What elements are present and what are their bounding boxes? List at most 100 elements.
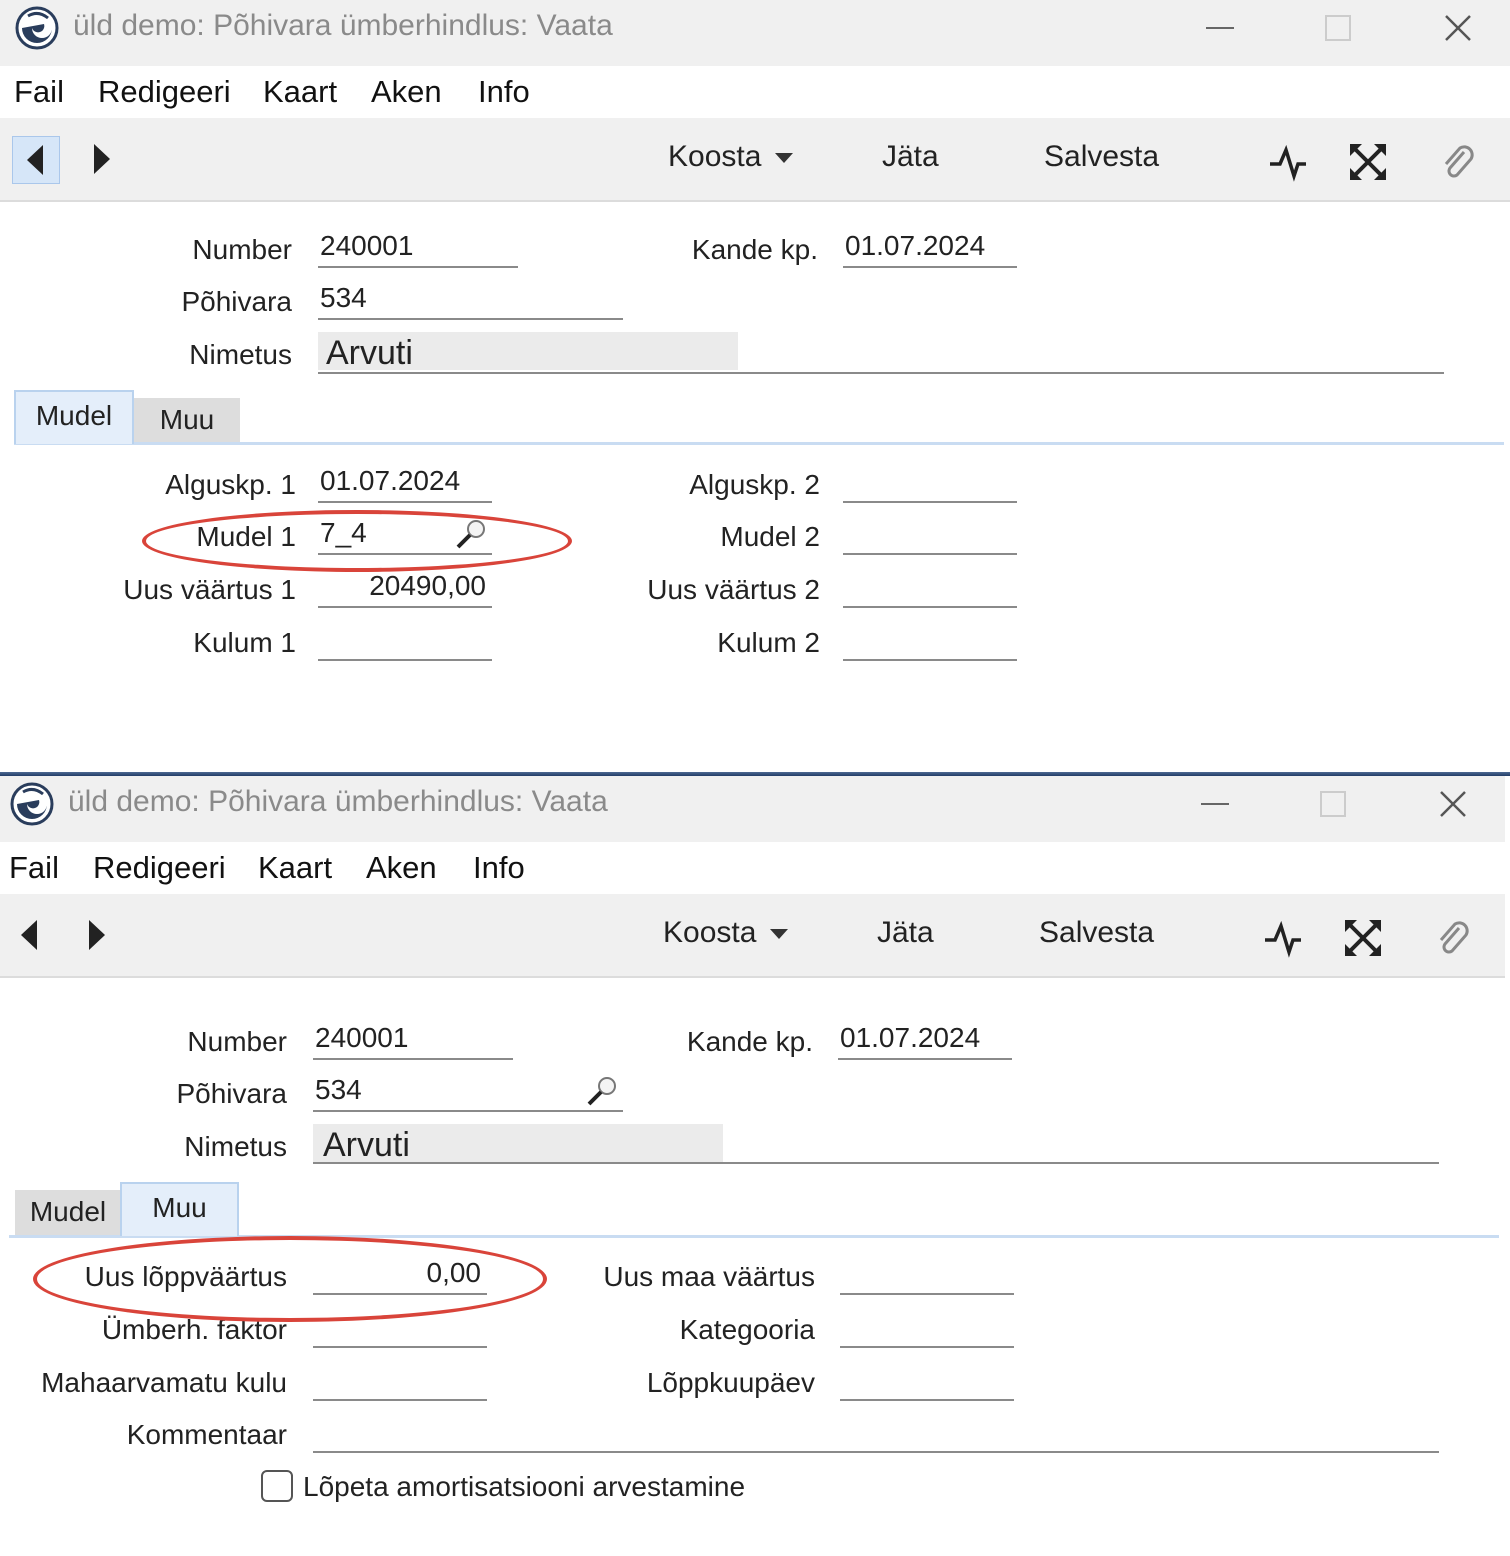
salvesta-button[interactable]: Salvesta <box>1039 916 1154 950</box>
menu-aken[interactable]: Aken <box>366 850 437 886</box>
menu-fail[interactable]: Fail <box>9 850 59 886</box>
menu-kaart[interactable]: Kaart <box>258 850 332 886</box>
pohivara-label: Põhivara <box>176 1078 287 1109</box>
close-icon[interactable] <box>1433 784 1473 824</box>
koosta-label: Koosta <box>663 916 757 949</box>
jata-button[interactable]: Jäta <box>882 140 939 174</box>
umberh-faktor-label: Ümberh. faktor <box>101 1314 287 1345</box>
maximize-icon[interactable] <box>1318 8 1358 48</box>
triangle-left-icon <box>27 145 43 175</box>
caret-down-icon <box>775 153 794 164</box>
next-record-button[interactable] <box>73 912 121 960</box>
previous-record-button[interactable] <box>7 912 55 960</box>
mahaarvamatu-kulu-field[interactable] <box>313 1363 487 1401</box>
uus-vaartus-2-field[interactable] <box>843 570 1017 608</box>
salvesta-button[interactable]: Salvesta <box>1044 140 1159 174</box>
uus-maa-vaartus-label: Uus maa väärtus <box>603 1261 815 1292</box>
tab-muu[interactable]: Muu <box>120 1182 239 1236</box>
search-icon[interactable] <box>585 1074 619 1108</box>
uus-vaartus-1-field[interactable]: 20490,00 <box>318 570 492 608</box>
koosta-button[interactable]: Koosta <box>668 140 794 174</box>
jata-button[interactable]: Jäta <box>877 916 934 950</box>
alguskp-2-field[interactable] <box>843 465 1017 503</box>
lopeta-amortisatsioon-label: Lõpeta amortisatsiooni arvestamine <box>303 1471 746 1502</box>
kommentaar-field[interactable] <box>313 1415 1439 1453</box>
menu-bar: Fail Redigeeri Kaart Aken Info <box>0 842 1505 894</box>
paperclip-icon[interactable] <box>1433 918 1473 958</box>
window-2: üld demo: Põhivara ümberhindlus: Vaata F… <box>0 776 1505 1556</box>
pulse-icon[interactable] <box>1263 918 1303 958</box>
menu-redigeeri[interactable]: Redigeeri <box>93 850 226 886</box>
menu-info[interactable]: Info <box>478 74 530 110</box>
expand-icon[interactable] <box>1343 918 1383 958</box>
menu-fail[interactable]: Fail <box>14 74 64 110</box>
menu-bar: Fail Redigeeri Kaart Aken Info <box>0 66 1510 118</box>
pulse-icon[interactable] <box>1268 142 1308 182</box>
maximize-icon[interactable] <box>1313 784 1353 824</box>
tab-mudel[interactable]: Mudel <box>15 1190 121 1235</box>
number-label: Number <box>192 234 292 265</box>
uus-maa-vaartus-field[interactable] <box>840 1257 1014 1295</box>
kategooria-label: Kategooria <box>679 1314 815 1345</box>
pohivara-field[interactable]: 534 <box>318 282 623 320</box>
alguskp-1-field[interactable]: 01.07.2024 <box>318 465 492 503</box>
umberh-faktor-field[interactable] <box>313 1310 487 1348</box>
nimetus-value: Arvuti <box>323 1126 410 1164</box>
alguskp-1-label: Alguskp. 1 <box>165 469 296 500</box>
alguskp-2-label: Alguskp. 2 <box>689 469 820 500</box>
number-field[interactable]: 240001 <box>313 1022 513 1060</box>
nimetus-label: Nimetus <box>184 1131 287 1162</box>
menu-redigeeri[interactable]: Redigeeri <box>98 74 231 110</box>
mudel-1-field[interactable]: 7_4 <box>318 517 492 555</box>
koosta-button[interactable]: Koosta <box>663 916 789 950</box>
minimize-icon[interactable] <box>1195 784 1235 824</box>
mudel-2-label: Mudel 2 <box>720 521 820 552</box>
uus-vaartus-1-label: Uus väärtus 1 <box>123 574 296 605</box>
triangle-right-icon <box>94 144 110 174</box>
title-bar: üld demo: Põhivara ümberhindlus: Vaata <box>0 776 1505 842</box>
uus-vaartus-2-label: Uus väärtus 2 <box>647 574 820 605</box>
kulum-2-field[interactable] <box>843 623 1017 661</box>
number-field[interactable]: 240001 <box>318 230 518 268</box>
kande-kp-field[interactable]: 01.07.2024 <box>843 230 1017 268</box>
nimetus-field[interactable]: Arvuti <box>318 332 1444 374</box>
tab-divider <box>14 442 1504 445</box>
search-icon[interactable] <box>454 517 488 551</box>
next-record-button[interactable] <box>78 136 126 184</box>
kulum-1-field[interactable] <box>318 623 492 661</box>
close-icon[interactable] <box>1438 8 1478 48</box>
kulum-1-label: Kulum 1 <box>193 627 296 658</box>
minimize-icon[interactable] <box>1200 8 1240 48</box>
app-logo-icon <box>10 782 54 826</box>
mudel-1-label: Mudel 1 <box>196 521 296 552</box>
window-title: üld demo: Põhivara ümberhindlus: Vaata <box>68 785 608 818</box>
kande-kp-label: Kande kp. <box>691 234 818 265</box>
menu-info[interactable]: Info <box>473 850 525 886</box>
pohivara-label: Põhivara <box>181 286 292 317</box>
app-logo-icon <box>15 6 59 50</box>
menu-aken[interactable]: Aken <box>371 74 442 110</box>
loppkuupaev-field[interactable] <box>840 1363 1014 1401</box>
kande-kp-field[interactable]: 01.07.2024 <box>838 1022 1012 1060</box>
mudel-2-field[interactable] <box>843 517 1017 555</box>
uus-loppvaartus-field[interactable]: 0,00 <box>313 1257 487 1295</box>
kategooria-field[interactable] <box>840 1310 1014 1348</box>
tab-mudel[interactable]: Mudel <box>14 390 134 444</box>
previous-record-button[interactable] <box>12 136 60 184</box>
paperclip-icon[interactable] <box>1438 142 1478 182</box>
nimetus-value: Arvuti <box>326 334 413 372</box>
nimetus-field[interactable]: Arvuti <box>313 1124 1439 1164</box>
caret-down-icon <box>770 929 789 940</box>
title-bar: üld demo: Põhivara ümberhindlus: Vaata <box>0 0 1510 66</box>
menu-kaart[interactable]: Kaart <box>263 74 337 110</box>
expand-icon[interactable] <box>1348 142 1388 182</box>
pohivara-field[interactable]: 534 <box>313 1074 623 1112</box>
mahaarvamatu-kulu-label: Mahaarvamatu kulu <box>41 1367 287 1398</box>
toolbar: Koosta Jäta Salvesta <box>0 118 1510 202</box>
toolbar: Koosta Jäta Salvesta <box>0 894 1505 978</box>
kande-kp-label: Kande kp. <box>686 1026 813 1057</box>
pohivara-value: 534 <box>315 1074 362 1105</box>
triangle-right-icon <box>89 920 105 950</box>
tab-muu[interactable]: Muu <box>134 398 240 442</box>
lopeta-amortisatsioon-checkbox[interactable] <box>261 1470 293 1502</box>
